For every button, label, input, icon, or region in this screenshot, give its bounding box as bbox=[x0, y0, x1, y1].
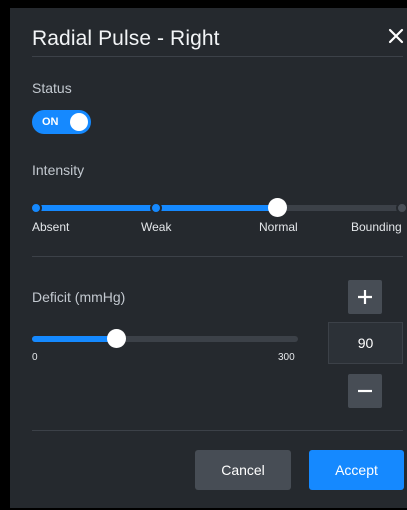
intensity-option-normal[interactable]: Normal bbox=[259, 220, 298, 234]
deficit-label: Deficit (mmHg) bbox=[32, 289, 126, 305]
minus-icon bbox=[358, 389, 372, 393]
intensity-label: Intensity bbox=[32, 162, 85, 178]
intensity-slider-thumb[interactable] bbox=[268, 198, 287, 217]
status-toggle[interactable]: ON bbox=[32, 110, 91, 134]
accept-button[interactable]: Accept bbox=[309, 450, 404, 490]
decrement-button[interactable] bbox=[348, 374, 382, 408]
deficit-fill bbox=[32, 336, 116, 342]
close-button[interactable] bbox=[386, 25, 406, 47]
footer-divider bbox=[32, 430, 403, 431]
toggle-knob bbox=[70, 113, 88, 131]
deficit-max-label: 300 bbox=[278, 352, 295, 363]
increment-button[interactable] bbox=[348, 280, 382, 314]
intensity-option-bounding[interactable]: Bounding bbox=[351, 220, 402, 234]
title-divider bbox=[32, 56, 403, 57]
cancel-button[interactable]: Cancel bbox=[195, 450, 291, 490]
toggle-state-text: ON bbox=[42, 116, 59, 128]
deficit-slider-thumb[interactable] bbox=[107, 329, 126, 348]
intensity-option-absent[interactable]: Absent bbox=[32, 220, 69, 234]
pulse-settings-dialog: Radial Pulse - Right Status ON Intensity… bbox=[10, 8, 407, 508]
status-label: Status bbox=[32, 80, 72, 96]
dialog-title: Radial Pulse - Right bbox=[32, 27, 220, 50]
deficit-min-label: 0 bbox=[32, 352, 38, 363]
plus-icon bbox=[358, 290, 372, 304]
close-icon bbox=[388, 28, 404, 44]
deficit-value-input[interactable]: 90 bbox=[328, 322, 403, 364]
intensity-option-weak[interactable]: Weak bbox=[141, 220, 171, 234]
intensity-stop-bounding[interactable] bbox=[396, 202, 407, 214]
intensity-stop-weak[interactable] bbox=[150, 202, 162, 214]
section-divider bbox=[32, 256, 403, 257]
intensity-stop-absent[interactable] bbox=[30, 202, 42, 214]
